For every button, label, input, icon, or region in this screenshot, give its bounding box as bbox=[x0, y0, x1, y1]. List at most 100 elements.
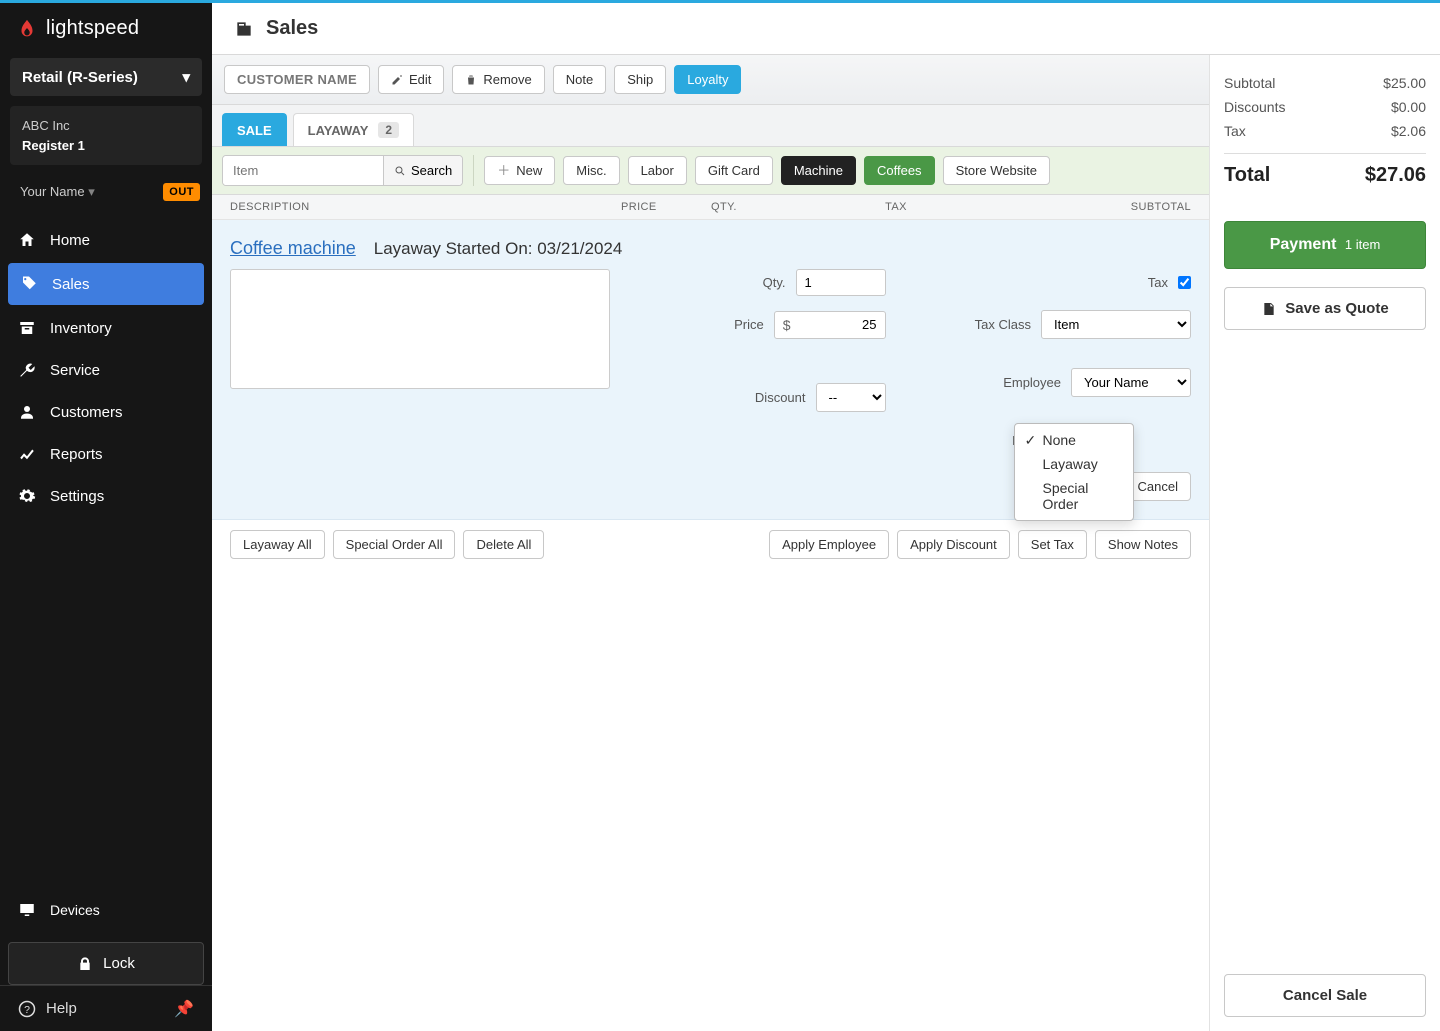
divider bbox=[473, 155, 474, 186]
col-subtotal: SUBTOTAL bbox=[1011, 201, 1191, 213]
tab-count: 2 bbox=[378, 122, 399, 138]
tax-summary-label: Tax bbox=[1224, 123, 1246, 139]
coffees-button[interactable]: Coffees bbox=[864, 156, 935, 185]
apply-discount-button[interactable]: Apply Discount bbox=[897, 530, 1010, 559]
gift-card-button[interactable]: Gift Card bbox=[695, 156, 773, 185]
sidebar: lightspeed Retail (R-Series) ▾ ABC Inc R… bbox=[0, 3, 212, 1031]
item-name-link[interactable]: Coffee machine bbox=[230, 238, 356, 259]
search-button[interactable]: Search bbox=[383, 156, 462, 185]
help-icon: ? bbox=[18, 1000, 36, 1018]
help-button[interactable]: ? Help bbox=[18, 1000, 77, 1018]
nav-label: Service bbox=[50, 362, 100, 379]
labor-button[interactable]: Labor bbox=[628, 156, 687, 185]
tax-label: Tax bbox=[1148, 275, 1168, 290]
lock-button[interactable]: Lock bbox=[8, 942, 204, 985]
employee-row: Employee Your Name bbox=[946, 353, 1192, 412]
register-block[interactable]: ABC Inc Register 1 bbox=[10, 106, 202, 165]
tax-class-select[interactable]: Item bbox=[1041, 310, 1191, 339]
chevron-down-icon: ▾ bbox=[182, 68, 190, 86]
brand-name: lightspeed bbox=[46, 17, 139, 40]
nav-settings[interactable]: Settings bbox=[0, 475, 212, 517]
move-to-dropdown: None Layaway Special Order bbox=[1014, 423, 1134, 521]
chart-icon bbox=[18, 445, 36, 463]
note-button[interactable]: Note bbox=[553, 65, 606, 94]
quote-icon bbox=[1261, 301, 1277, 317]
move-to-option-special[interactable]: Special Order bbox=[1015, 476, 1133, 516]
nav-inventory[interactable]: Inventory bbox=[0, 307, 212, 349]
pencil-icon bbox=[391, 74, 403, 86]
col-description: DESCRIPTION bbox=[230, 201, 621, 213]
home-icon bbox=[18, 231, 36, 249]
misc-button[interactable]: Misc. bbox=[563, 156, 619, 185]
search-wrap: Search bbox=[222, 155, 463, 186]
discount-select[interactable]: -- bbox=[816, 383, 886, 412]
discounts-label: Discounts bbox=[1224, 99, 1285, 115]
nav-home[interactable]: Home bbox=[0, 219, 212, 261]
nav-label: Inventory bbox=[50, 320, 112, 337]
tax-checkbox[interactable] bbox=[1178, 276, 1191, 289]
nav-label: Home bbox=[50, 232, 90, 249]
nav-service[interactable]: Service bbox=[0, 349, 212, 391]
set-tax-button[interactable]: Set Tax bbox=[1018, 530, 1087, 559]
col-qty: QTY. bbox=[711, 201, 781, 213]
currency-symbol: $ bbox=[775, 312, 795, 338]
show-notes-button[interactable]: Show Notes bbox=[1095, 530, 1191, 559]
item-search-input[interactable] bbox=[223, 156, 383, 185]
col-tax: TAX bbox=[781, 201, 1011, 213]
pin-icon[interactable]: 📌 bbox=[174, 999, 194, 1019]
loyalty-button[interactable]: Loyalty bbox=[674, 65, 741, 94]
employee-select[interactable]: Your Name bbox=[1071, 368, 1191, 397]
search-icon bbox=[394, 165, 406, 177]
cancel-line-button[interactable]: Cancel bbox=[1125, 472, 1191, 501]
cancel-sale-button[interactable]: Cancel Sale bbox=[1224, 974, 1426, 1017]
page-header: Sales bbox=[212, 3, 1440, 55]
lock-label: Lock bbox=[103, 955, 135, 972]
move-to-option-layaway[interactable]: Layaway bbox=[1015, 452, 1133, 476]
special-order-all-button[interactable]: Special Order All bbox=[333, 530, 456, 559]
col-price: PRICE bbox=[621, 201, 711, 213]
out-badge[interactable]: OUT bbox=[163, 183, 200, 201]
customer-name-button[interactable]: CUSTOMER NAME bbox=[224, 65, 370, 94]
user-row[interactable]: Your Name ▾ OUT bbox=[0, 173, 212, 215]
price-label: Price bbox=[734, 317, 764, 332]
svg-text:?: ? bbox=[24, 1003, 30, 1015]
store-website-button[interactable]: Store Website bbox=[943, 156, 1050, 185]
nav-label: Settings bbox=[50, 488, 104, 505]
qty-input[interactable] bbox=[796, 269, 886, 296]
bottom-bar: Layaway All Special Order All Delete All… bbox=[212, 520, 1209, 569]
layaway-all-button[interactable]: Layaway All bbox=[230, 530, 325, 559]
item-note-input[interactable] bbox=[230, 269, 610, 389]
edit-button[interactable]: Edit bbox=[378, 65, 444, 94]
tab-sale[interactable]: SALE bbox=[222, 113, 287, 146]
user-name: Your Name bbox=[20, 184, 85, 199]
new-button[interactable]: ＋New bbox=[484, 156, 555, 185]
nav-customers[interactable]: Customers bbox=[0, 391, 212, 433]
total-value: $27.06 bbox=[1365, 164, 1426, 187]
machine-button[interactable]: Machine bbox=[781, 156, 856, 185]
price-row: Price $ bbox=[640, 310, 886, 339]
ship-button[interactable]: Ship bbox=[614, 65, 666, 94]
discount-label: Discount bbox=[755, 390, 806, 405]
price-input[interactable] bbox=[795, 312, 885, 337]
product-select[interactable]: Retail (R-Series) ▾ bbox=[10, 58, 202, 96]
save-quote-button[interactable]: Save as Quote bbox=[1224, 287, 1426, 330]
apply-employee-button[interactable]: Apply Employee bbox=[769, 530, 889, 559]
nav-devices[interactable]: Devices bbox=[0, 889, 212, 931]
line-item: Coffee machine Layaway Started On: 03/21… bbox=[212, 220, 1209, 520]
delete-all-button[interactable]: Delete All bbox=[463, 530, 544, 559]
main: Sales CUSTOMER NAME Edit Remove Note Shi… bbox=[212, 3, 1440, 1031]
register-name: Register 1 bbox=[22, 136, 190, 156]
sale-tabs: SALE LAYAWAY 2 bbox=[212, 105, 1209, 147]
wrench-icon bbox=[18, 361, 36, 379]
tab-label: SALE bbox=[237, 123, 272, 138]
move-to-option-none[interactable]: None bbox=[1015, 428, 1165, 452]
payment-button[interactable]: Payment 1 item bbox=[1224, 221, 1426, 269]
tab-layaway[interactable]: LAYAWAY 2 bbox=[293, 113, 414, 146]
nav-reports[interactable]: Reports bbox=[0, 433, 212, 475]
remove-button[interactable]: Remove bbox=[452, 65, 544, 94]
plus-icon: ＋ bbox=[497, 164, 510, 177]
tax-row: Tax bbox=[946, 269, 1192, 296]
grid-header: DESCRIPTION PRICE QTY. TAX SUBTOTAL bbox=[212, 195, 1209, 220]
move-to-row: Move To None Layaway Special Order bbox=[946, 426, 1192, 454]
nav-sales[interactable]: Sales bbox=[8, 263, 204, 305]
